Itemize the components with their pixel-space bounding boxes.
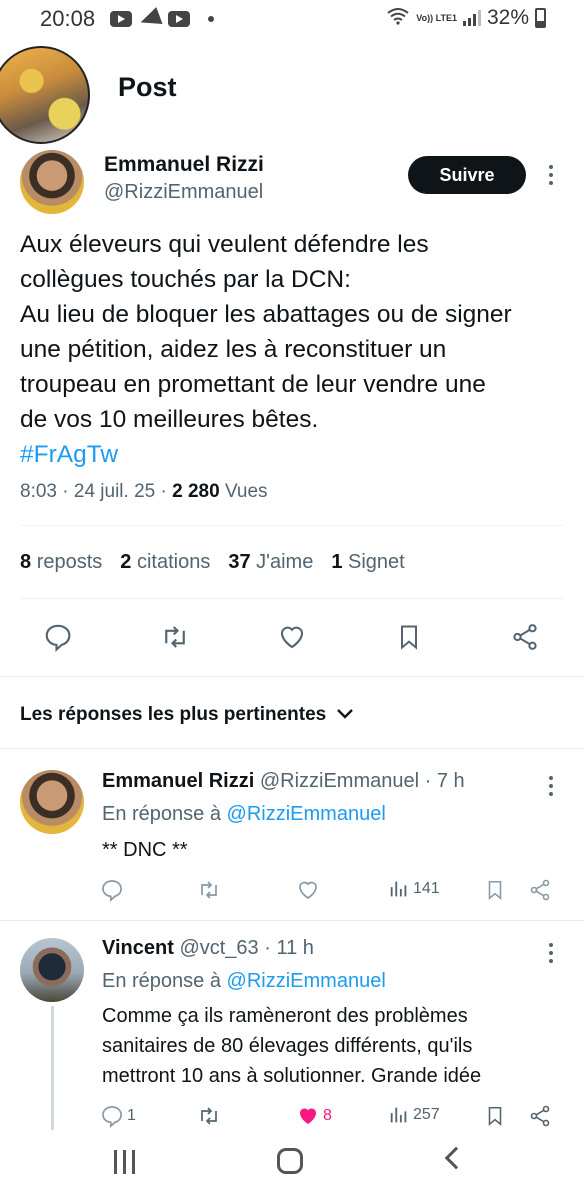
like-icon[interactable] [296,878,320,902]
post-stats: 8 reposts 2 citations 37 J'aime 1 Signet [20,551,405,574]
reply-icon[interactable]: 1 [100,1104,136,1128]
post-time: 8:03 [20,481,57,502]
like-count: 8 [323,1107,332,1124]
reply-count: 1 [127,1107,136,1124]
post-text-line: collègues touchés par la DCN: [20,266,351,293]
reply-views-count: 141 [413,880,440,897]
reply-author-avatar[interactable] [20,770,84,834]
divider [0,920,584,921]
battery-percent: 32% [486,6,529,29]
post-text-line: de vos 10 meilleures bêtes. [20,406,319,433]
mention-link[interactable]: @RizziEmmanuel [227,970,386,992]
home-icon[interactable] [277,1148,303,1174]
reposts-stat[interactable]: 8 reposts [20,551,102,574]
divider [0,748,584,749]
reply-views-count: 257 [413,1106,440,1123]
wifi-icon [386,7,410,30]
views-stat[interactable]: 257 [388,1104,440,1126]
post-text-line: Au lieu de bloquer les abattages ou de s… [20,301,512,328]
post-author-name[interactable]: Emmanuel Rizzi [104,153,264,177]
repost-icon[interactable] [158,620,192,654]
youtube-icon [168,11,190,27]
reply-header: Vincent @vct_63 · 11 h [102,937,314,960]
signal-icon [462,10,481,26]
post-text: Aux éleveurs qui veulent défendre les co… [20,227,572,472]
status-time: 20:08 [40,6,96,31]
in-reply-to: En réponse à @RizziEmmanuel [102,970,386,992]
more-options-icon[interactable] [548,165,554,185]
replies-sort-dropdown[interactable]: Les réponses les plus pertinentes [20,704,354,726]
post-text-line: troupeau en promettant de leur vendre un… [20,371,486,398]
thread-line [51,1006,54,1130]
bookmark-icon[interactable] [484,878,506,902]
mention-link[interactable]: @RizziEmmanuel [227,803,386,825]
share-icon[interactable] [528,878,552,902]
post-actions [0,620,584,660]
divider [20,598,564,599]
share-icon[interactable] [508,620,542,654]
reply-author-name[interactable]: Emmanuel Rizzi [102,770,254,792]
reply-author-avatar[interactable] [20,938,84,1002]
battery-icon [535,8,546,28]
citations-stat[interactable]: 2 citations [120,551,210,574]
network-type: Vo)) LTE1 [416,13,457,23]
more-options-icon[interactable] [548,943,554,963]
likes-stat[interactable]: 37 J'aime [228,551,313,574]
post-text-line: une pétition, aidez les à reconstituer u… [20,336,447,363]
views-count: 2 280 [172,481,220,502]
system-icons: Vo)) LTE1 32% [386,6,546,30]
reply-icon[interactable] [100,878,124,902]
views-label: Vues [224,481,268,502]
hashtag-link[interactable]: #FrAgTw [20,437,572,472]
youtube-icon [110,11,132,27]
like-icon[interactable]: 8 [296,1104,332,1128]
post-author-avatar[interactable] [20,150,84,214]
back-icon[interactable] [444,1146,468,1170]
follow-button[interactable]: Suivre [408,156,526,194]
replies-sort-label: Les réponses les plus pertinentes [20,704,327,725]
divider [0,676,584,677]
account-avatar[interactable] [0,46,90,144]
post-author-handle[interactable]: @RizziEmmanuel [104,181,263,204]
like-icon[interactable] [275,620,309,654]
notification-icons [110,7,214,31]
more-notifications-dot [208,16,214,22]
system-navigation-bar [0,1130,584,1200]
bookmark-icon[interactable] [484,1104,506,1128]
post-date: 24 juil. 25 [73,481,156,502]
more-options-icon[interactable] [548,776,554,796]
repost-icon[interactable] [196,878,222,902]
status-bar: 20:08 Vo)) LTE1 32% [0,0,584,40]
navigation-arrow-icon [137,7,163,31]
reply-actions: 1 8 257 [100,1104,560,1132]
reply-actions: 141 [100,878,560,906]
reply-header: Emmanuel Rizzi @RizziEmmanuel · 7 h [102,770,465,793]
in-reply-to: En réponse à @RizziEmmanuel [102,803,386,825]
reply-handle-time: @vct_63 · 11 h [179,937,314,959]
bookmark-icon[interactable] [392,620,426,654]
divider [20,525,564,526]
reply-text: Comme ça ils ramèneront des problèmes sa… [102,1005,482,1087]
post-text-line: Aux éleveurs qui veulent défendre les [20,231,429,258]
post-meta: 8:03 · 24 juil. 25 · 2 280 Vues [20,481,268,502]
views-stat[interactable]: 141 [388,878,440,900]
page-title: Post [118,72,177,102]
reply-text: ** DNC ** [102,839,188,861]
share-icon[interactable] [528,1104,552,1128]
chevron-down-icon [336,704,354,726]
reply-author-name[interactable]: Vincent [102,937,174,959]
bookmarks-stat[interactable]: 1 Signet [331,551,404,574]
reply-icon[interactable] [41,620,75,654]
reply-handle-time: @RizziEmmanuel · 7 h [259,770,465,792]
repost-icon[interactable] [196,1104,222,1128]
recent-apps-icon[interactable] [114,1150,135,1174]
